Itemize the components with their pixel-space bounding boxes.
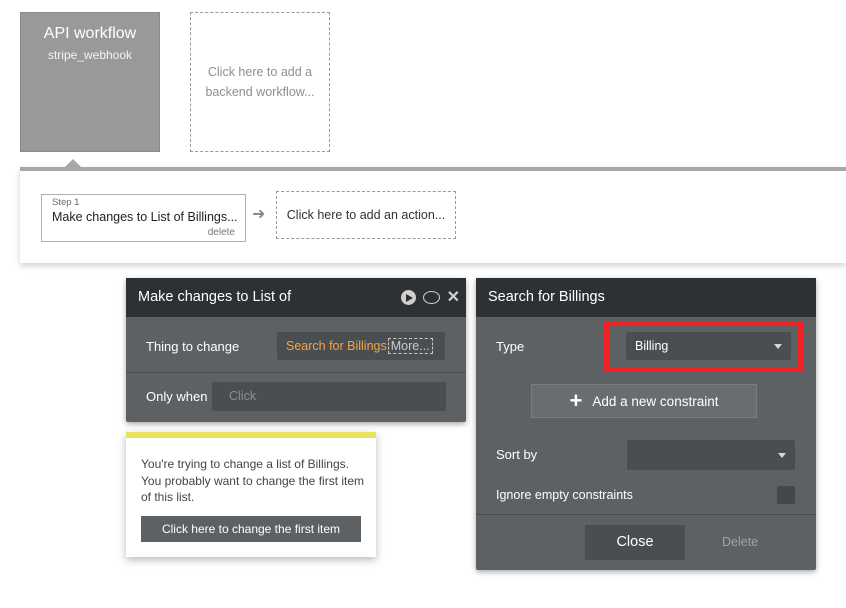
- action-editor-panel: Make changes to List of ✕ Thing to chang…: [126, 278, 466, 422]
- sort-by-label: Sort by: [496, 447, 538, 462]
- close-button[interactable]: Close: [585, 525, 685, 560]
- comment-icon[interactable]: [422, 291, 440, 304]
- panel-title: Make changes to List of: [138, 289, 292, 305]
- type-label: Type: [496, 339, 525, 354]
- ignore-empty-checkbox[interactable]: [777, 486, 795, 504]
- thing-to-change-field[interactable]: Search for Billings More...: [277, 332, 445, 360]
- thing-value: Search for Billings: [286, 339, 387, 353]
- sort-by-dropdown[interactable]: [627, 440, 795, 470]
- hint-popup: You're trying to change a list of Billin…: [126, 432, 376, 557]
- row-divider: [126, 372, 466, 373]
- only-when-field[interactable]: Click: [212, 382, 446, 411]
- type-value: Billing: [635, 339, 669, 353]
- chevron-down-icon: [774, 344, 782, 349]
- step-1-card[interactable]: Step 1 Make changes to List of Billings.…: [41, 194, 246, 242]
- step-label: Step 1: [52, 197, 80, 208]
- footer-divider: [476, 514, 816, 515]
- hint-message: You're trying to change a list of Billin…: [141, 457, 365, 504]
- plus-icon: +: [569, 388, 583, 413]
- close-icon[interactable]: ✕: [447, 289, 460, 305]
- only-when-label: Only when: [146, 389, 208, 404]
- thing-to-change-label: Thing to change: [146, 339, 240, 354]
- workflow-title: API workflow: [43, 25, 137, 42]
- search-panel-header: Search for Billings: [476, 278, 816, 317]
- arrow-right-icon: ➜: [252, 206, 266, 223]
- add-backend-workflow[interactable]: Click here to add a backend workflow...: [190, 12, 330, 152]
- step-delete-link[interactable]: delete: [208, 227, 235, 238]
- step-name: Make changes to List of Billings...: [52, 210, 238, 224]
- add-action-button[interactable]: Click here to add an action...: [276, 191, 456, 239]
- change-first-item-button[interactable]: Click here to change the first item: [141, 516, 361, 542]
- type-dropdown[interactable]: Billing: [626, 332, 791, 360]
- workflow-subtitle: stripe_webhook: [47, 48, 133, 62]
- search-editor-panel: Search for Billings Type Billing + Add a…: [476, 278, 816, 570]
- chevron-down-icon: [778, 453, 786, 458]
- ignore-empty-label: Ignore empty constraints: [496, 488, 633, 502]
- add-constraint-button[interactable]: + Add a new constraint: [531, 384, 757, 418]
- api-workflow-card[interactable]: API workflow stripe_webhook: [20, 12, 160, 152]
- play-icon[interactable]: [400, 290, 416, 305]
- search-panel-title: Search for Billings: [488, 289, 605, 305]
- more-button[interactable]: More...: [387, 338, 433, 354]
- add-constraint-label: Add a new constraint: [592, 393, 719, 409]
- panel-header: Make changes to List of ✕: [126, 278, 466, 317]
- delete-button[interactable]: Delete: [722, 535, 758, 549]
